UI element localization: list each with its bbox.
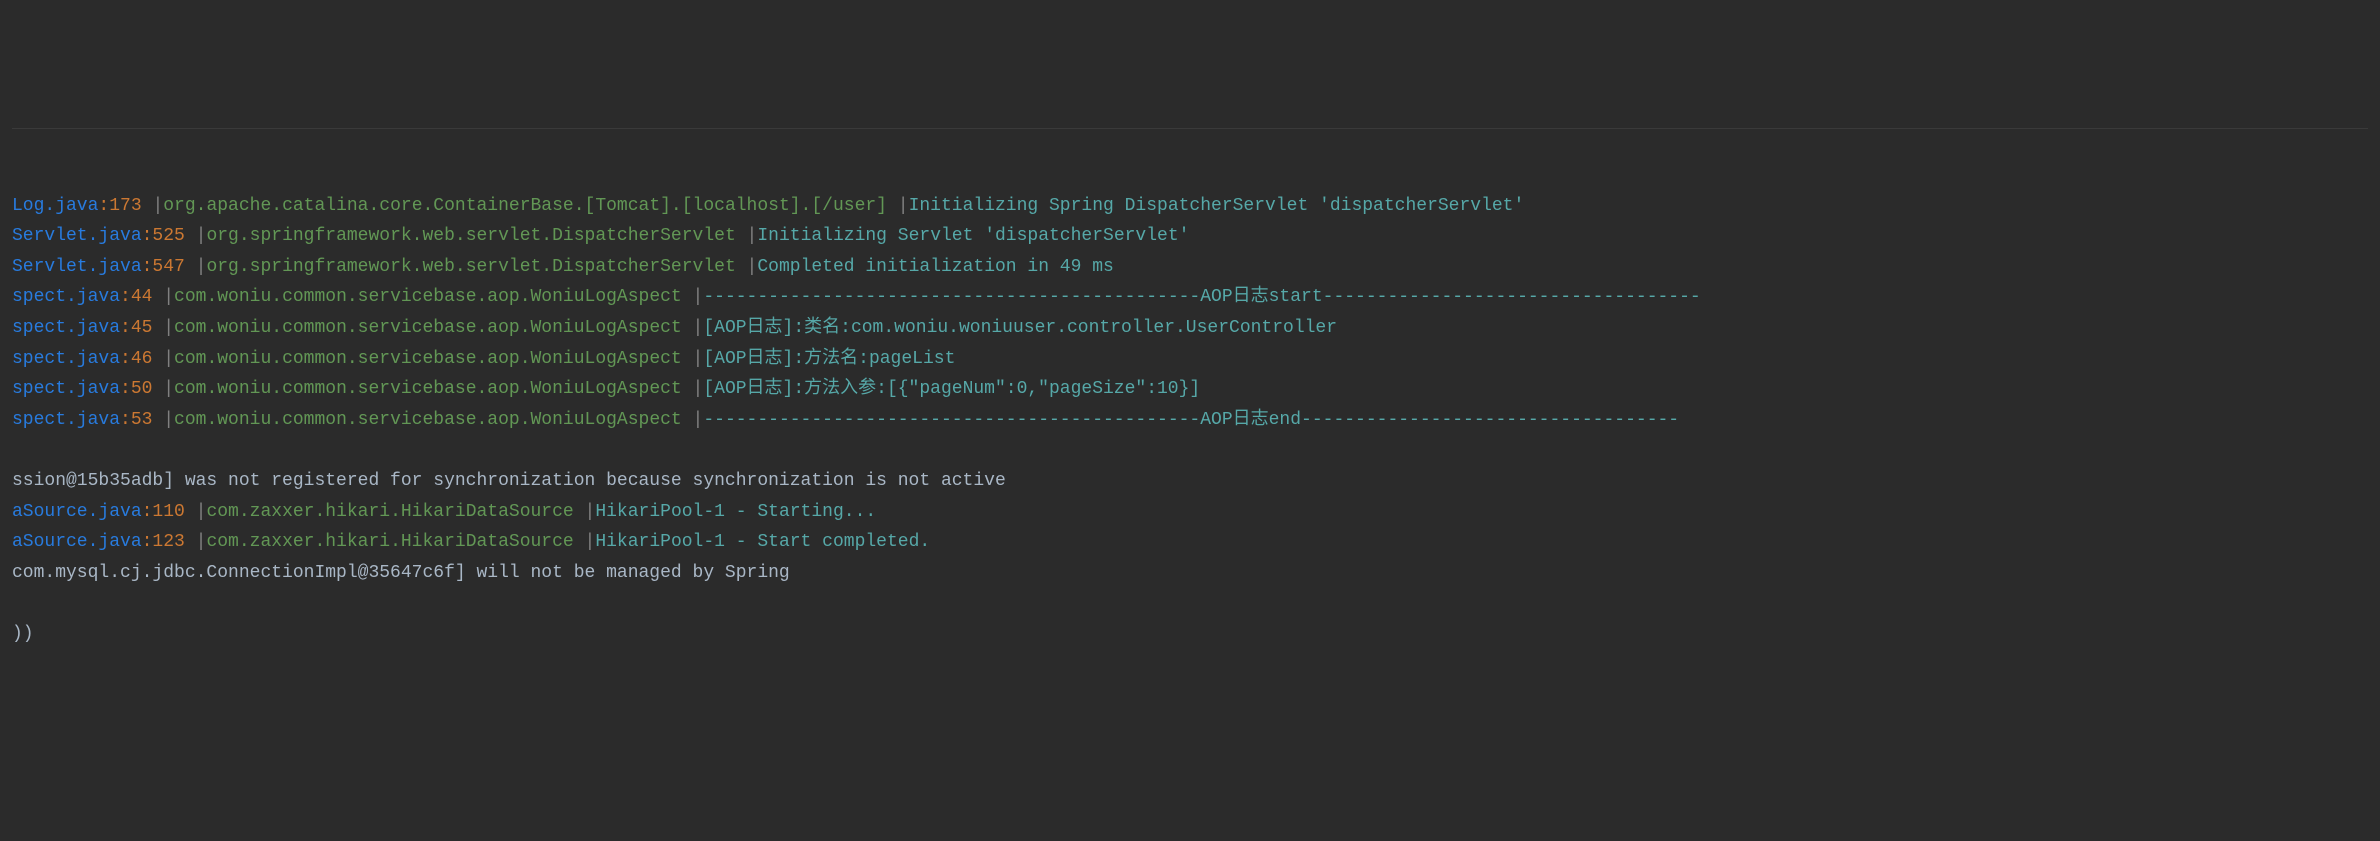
- log-line-number[interactable]: :525: [142, 226, 185, 246]
- log-line: aSource.java:110 |com.zaxxer.hikari.Hika…: [12, 497, 2368, 528]
- log-line: spect.java:50 |com.woniu.common.serviceb…: [12, 374, 2368, 405]
- log-logger-name: com.woniu.common.servicebase.aop.WoniuLo…: [174, 318, 682, 338]
- log-source-file[interactable]: spect.java: [12, 318, 120, 338]
- log-logger-name: com.woniu.common.servicebase.aop.WoniuLo…: [174, 379, 682, 399]
- log-plain-text: )): [12, 624, 34, 644]
- separator: |: [185, 532, 207, 552]
- log-message: Initializing Servlet 'dispatcherServlet': [757, 226, 1189, 246]
- log-line: Servlet.java:547 |org.springframework.we…: [12, 252, 2368, 283]
- log-line: ssion@15b35adb] was not registered for s…: [12, 466, 2368, 497]
- separator: |: [185, 226, 207, 246]
- log-line: spect.java:53 |com.woniu.common.serviceb…: [12, 405, 2368, 436]
- log-logger-name: com.zaxxer.hikari.HikariDataSource: [206, 502, 573, 522]
- log-logger-name: org.apache.catalina.core.ContainerBase.[…: [163, 196, 887, 216]
- log-line-number[interactable]: :45: [120, 318, 152, 338]
- log-logger-name: com.woniu.common.servicebase.aop.WoniuLo…: [174, 287, 682, 307]
- log-line: )): [12, 619, 2368, 650]
- log-message: [AOP日志]:方法入参:[{"pageNum":0,"pageSize":10…: [703, 379, 1200, 399]
- separator: |: [682, 410, 704, 430]
- separator: |: [682, 287, 704, 307]
- log-logger-name: com.woniu.common.servicebase.aop.WoniuLo…: [174, 349, 682, 369]
- separator: |: [152, 410, 174, 430]
- log-line: spect.java:45 |com.woniu.common.serviceb…: [12, 313, 2368, 344]
- log-line: spect.java:44 |com.woniu.common.serviceb…: [12, 282, 2368, 313]
- log-source-file[interactable]: Servlet.java: [12, 257, 142, 277]
- log-line-number[interactable]: :123: [142, 532, 185, 552]
- separator: |: [185, 502, 207, 522]
- separator: |: [887, 196, 909, 216]
- log-line: aSource.java:123 |com.zaxxer.hikari.Hika…: [12, 527, 2368, 558]
- log-message: ----------------------------------------…: [703, 287, 1700, 307]
- log-source-file[interactable]: spect.java: [12, 379, 120, 399]
- separator: |: [574, 502, 596, 522]
- log-message: Initializing Spring DispatcherServlet 'd…: [909, 196, 1525, 216]
- log-source-file[interactable]: spect.java: [12, 349, 120, 369]
- separator: |: [682, 318, 704, 338]
- separator: |: [152, 349, 174, 369]
- log-message: [AOP日志]:类名:com.woniu.woniuuser.controlle…: [703, 318, 1337, 338]
- log-message: HikariPool-1 - Starting...: [595, 502, 876, 522]
- log-logger-name: org.springframework.web.servlet.Dispatch…: [206, 257, 735, 277]
- log-source-file[interactable]: spect.java: [12, 287, 120, 307]
- separator: |: [142, 196, 164, 216]
- log-line: Log.java:173 |org.apache.catalina.core.C…: [12, 191, 2368, 222]
- separator: |: [682, 379, 704, 399]
- log-output-panel: Log.java:173 |org.apache.catalina.core.C…: [12, 128, 2368, 680]
- log-line-number[interactable]: :46: [120, 349, 152, 369]
- separator: |: [736, 226, 758, 246]
- separator: |: [185, 257, 207, 277]
- separator: |: [574, 532, 596, 552]
- log-logger-name: com.woniu.common.servicebase.aop.WoniuLo…: [174, 410, 682, 430]
- log-source-file[interactable]: spect.java: [12, 410, 120, 430]
- log-line-number[interactable]: :53: [120, 410, 152, 430]
- log-message: ----------------------------------------…: [703, 410, 1679, 430]
- separator: |: [152, 318, 174, 338]
- log-message: [AOP日志]:方法名:pageList: [703, 349, 955, 369]
- log-plain-text: ssion@15b35adb] was not registered for s…: [12, 471, 1006, 491]
- separator: |: [152, 379, 174, 399]
- log-message: Completed initialization in 49 ms: [757, 257, 1113, 277]
- log-plain-text: com.mysql.cj.jdbc.ConnectionImpl@35647c6…: [12, 563, 790, 583]
- log-line-number[interactable]: :44: [120, 287, 152, 307]
- separator: |: [682, 349, 704, 369]
- log-logger-name: com.zaxxer.hikari.HikariDataSource: [206, 532, 573, 552]
- separator: |: [152, 287, 174, 307]
- log-source-file[interactable]: Servlet.java: [12, 226, 142, 246]
- log-source-file[interactable]: Log.java: [12, 196, 98, 216]
- separator: |: [736, 257, 758, 277]
- log-logger-name: org.springframework.web.servlet.Dispatch…: [206, 226, 735, 246]
- log-source-file[interactable]: aSource.java: [12, 502, 142, 522]
- log-line: spect.java:46 |com.woniu.common.serviceb…: [12, 344, 2368, 375]
- log-line-number[interactable]: :50: [120, 379, 152, 399]
- log-line: [12, 435, 2368, 466]
- log-line: [12, 588, 2368, 619]
- log-line-number[interactable]: :110: [142, 502, 185, 522]
- log-source-file[interactable]: aSource.java: [12, 532, 142, 552]
- log-line: com.mysql.cj.jdbc.ConnectionImpl@35647c6…: [12, 558, 2368, 589]
- log-plain-text: [12, 593, 23, 613]
- log-plain-text: [12, 440, 23, 460]
- log-line-number[interactable]: :547: [142, 257, 185, 277]
- log-container: Log.java:173 |org.apache.catalina.core.C…: [12, 191, 2368, 650]
- log-message: HikariPool-1 - Start completed.: [595, 532, 930, 552]
- log-line-number[interactable]: :173: [98, 196, 141, 216]
- log-line: Servlet.java:525 |org.springframework.we…: [12, 221, 2368, 252]
